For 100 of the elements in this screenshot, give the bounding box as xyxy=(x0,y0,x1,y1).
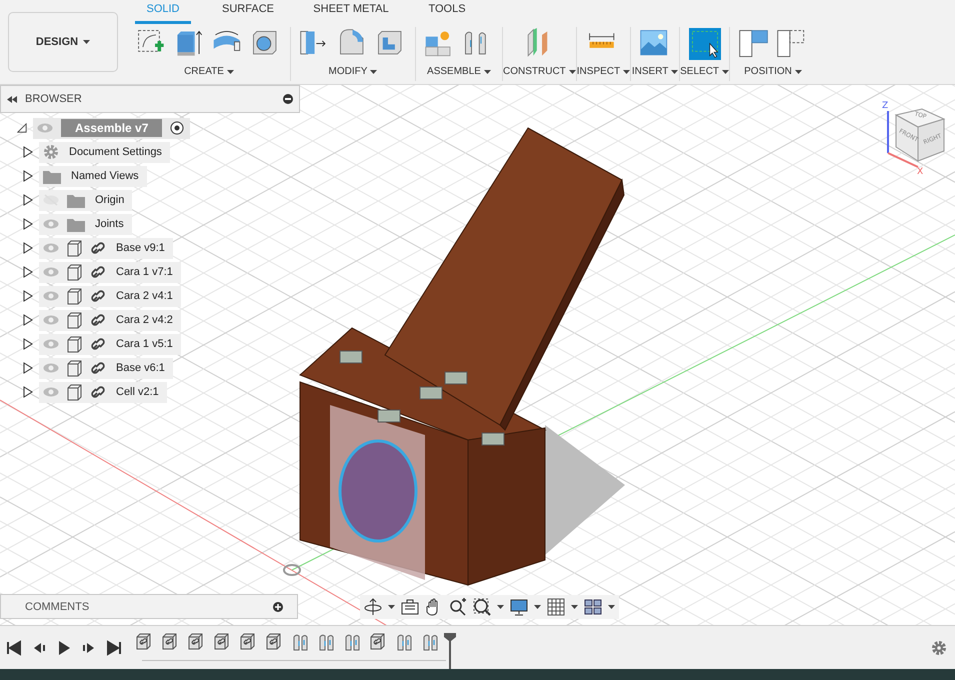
tool-group-menu[interactable]: ASSEMBLE xyxy=(427,66,491,77)
tool-group-menu[interactable]: CONSTRUCT xyxy=(503,66,576,77)
toolbar-tab[interactable]: TOOLS xyxy=(397,0,497,24)
tree-item[interactable]: Cara 1 v7:1 xyxy=(39,262,181,282)
workspace-menu-button[interactable]: DESIGN xyxy=(8,12,118,72)
axis-label: X xyxy=(917,167,924,177)
caret-icon xyxy=(370,70,378,74)
panel-title: BROWSER xyxy=(25,93,83,105)
position-icon[interactable] xyxy=(738,28,770,60)
expand-triangle-icon[interactable] xyxy=(23,194,33,206)
cube-icon xyxy=(67,312,82,328)
caret-icon xyxy=(226,70,234,74)
expand-triangle-icon[interactable] xyxy=(23,266,33,278)
expand-triangle-icon[interactable] xyxy=(23,290,33,302)
link-icon xyxy=(90,336,106,352)
item-label: Cara 2 v4:1 xyxy=(115,290,174,302)
item-label: Document Settings xyxy=(68,146,163,158)
toolbar-tab[interactable]: SURFACE xyxy=(191,0,305,24)
item-label: Joints xyxy=(94,218,125,230)
playhead-marker[interactable] xyxy=(444,632,456,668)
cube-icon xyxy=(67,336,82,352)
play-icon[interactable] xyxy=(56,640,72,656)
cube-icon xyxy=(67,384,82,400)
item-label: Base v9:1 xyxy=(115,242,166,254)
tree-item[interactable]: Cara 1 v5:1 xyxy=(39,334,181,354)
item-label: Origin xyxy=(94,194,126,206)
expand-triangle-icon[interactable] xyxy=(23,362,33,374)
cube-icon xyxy=(67,240,82,256)
expand-triangle-icon[interactable] xyxy=(23,242,33,254)
cube-icon xyxy=(67,288,82,304)
tree-item[interactable]: Cell v2:1 xyxy=(39,382,167,402)
add-icon[interactable] xyxy=(273,602,283,612)
item-label: Cara 1 v7:1 xyxy=(115,266,174,278)
expand-triangle-icon[interactable] xyxy=(23,146,33,158)
tree-item[interactable]: Base v6:1 xyxy=(39,358,173,378)
toolbar-tab[interactable]: SHEET METAL xyxy=(305,0,397,24)
minimize-icon[interactable] xyxy=(283,94,293,104)
tree-item[interactable]: Origin xyxy=(39,190,132,210)
caret-icon[interactable] xyxy=(571,605,578,609)
expand-triangle-icon[interactable] xyxy=(23,218,33,230)
tool-group-menu[interactable]: POSITION xyxy=(744,66,802,77)
expand-triangle-icon[interactable] xyxy=(23,170,33,182)
activate-radio-icon[interactable] xyxy=(170,121,184,135)
axis-label: Z xyxy=(882,101,888,111)
caret-icon[interactable] xyxy=(608,605,615,609)
zoom-icon[interactable] xyxy=(449,598,467,616)
gear-icon xyxy=(43,144,59,160)
monitor-icon[interactable] xyxy=(510,598,528,616)
item-label: Named Views xyxy=(70,170,140,182)
caret-icon[interactable] xyxy=(388,605,395,609)
tree-item[interactable]: Document Settings xyxy=(39,142,170,162)
tool-group-menu[interactable]: INSPECT xyxy=(576,66,630,77)
expanded-triangle-icon[interactable] xyxy=(17,122,27,134)
caret-icon xyxy=(484,70,491,74)
item-label: Cara 2 v4:2 xyxy=(115,314,174,326)
grid-icon[interactable] xyxy=(547,598,565,616)
folder-icon xyxy=(67,192,85,208)
tree-item[interactable]: Named Views xyxy=(39,166,147,186)
orbit-icon[interactable] xyxy=(364,598,382,616)
zoom-window-icon[interactable] xyxy=(473,598,491,616)
tool-group-menu[interactable]: INSERT xyxy=(632,66,678,77)
skip-to-start-icon[interactable] xyxy=(6,640,22,656)
cube-icon xyxy=(67,264,82,280)
expand-triangle-icon[interactable] xyxy=(23,338,33,350)
expand-triangle-icon[interactable] xyxy=(23,314,33,326)
item-label: Cell v2:1 xyxy=(115,386,160,398)
viewports-icon[interactable] xyxy=(584,598,602,616)
caret-icon[interactable] xyxy=(497,605,504,609)
tree-item[interactable]: Cara 2 v4:2 xyxy=(39,310,181,330)
tree-item[interactable]: Joints xyxy=(39,214,132,234)
caret-icon xyxy=(722,70,730,74)
tool-group-menu[interactable]: MODIFY xyxy=(328,66,378,77)
expand-triangle-icon[interactable] xyxy=(23,386,33,398)
panel-title: COMMENTS xyxy=(25,600,90,612)
cube-icon xyxy=(67,360,82,376)
selection-icon[interactable] xyxy=(688,28,721,60)
settings-icon[interactable] xyxy=(931,640,947,656)
item-label: Cara 1 v5:1 xyxy=(115,338,174,350)
collapse-icon[interactable] xyxy=(7,96,17,102)
folder-icon xyxy=(67,216,85,232)
link-icon xyxy=(90,240,106,256)
link-icon xyxy=(90,264,106,280)
caret-icon xyxy=(83,40,90,44)
link-icon xyxy=(90,360,106,376)
tree-item[interactable]: Base v9:1 xyxy=(39,238,173,258)
caret-icon[interactable] xyxy=(534,605,541,609)
caret-icon xyxy=(568,70,576,74)
z-axis-line xyxy=(887,111,889,153)
origin-marker xyxy=(283,564,301,576)
skip-to-end-icon[interactable] xyxy=(106,640,122,656)
look-at-icon[interactable] xyxy=(401,598,419,616)
tool-group-menu[interactable]: SELECT xyxy=(680,66,730,77)
caret-icon xyxy=(623,70,630,74)
view-cube[interactable] xyxy=(894,108,946,162)
tree-item[interactable]: Cara 2 v4:1 xyxy=(39,286,181,306)
folder-icon xyxy=(43,168,61,184)
link-icon xyxy=(90,384,106,400)
x-axis-line xyxy=(888,152,918,168)
link-icon xyxy=(90,312,106,328)
tool-group-menu[interactable]: CREATE xyxy=(184,66,234,77)
